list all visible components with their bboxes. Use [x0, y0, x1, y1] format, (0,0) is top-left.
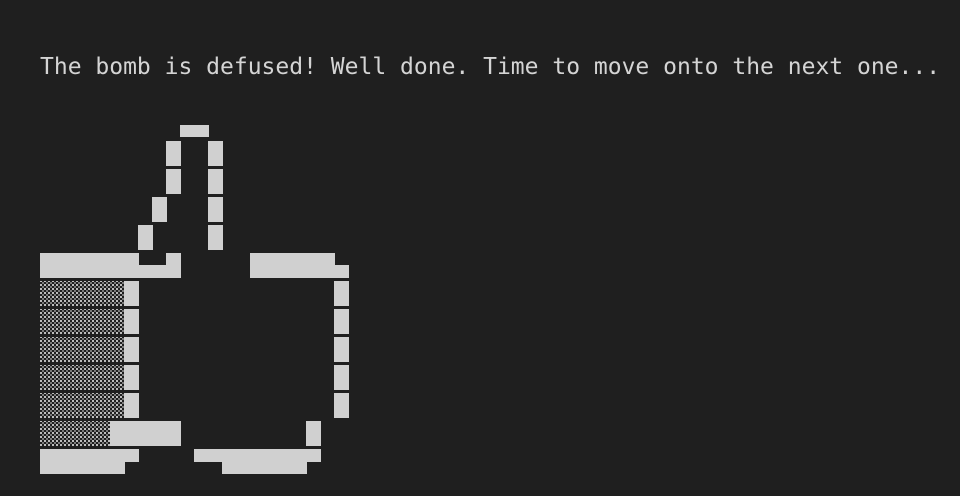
terminal-window: The bomb is defused! Well done. Time to …	[0, 0, 960, 496]
thumbs-up-icon	[40, 125, 349, 474]
